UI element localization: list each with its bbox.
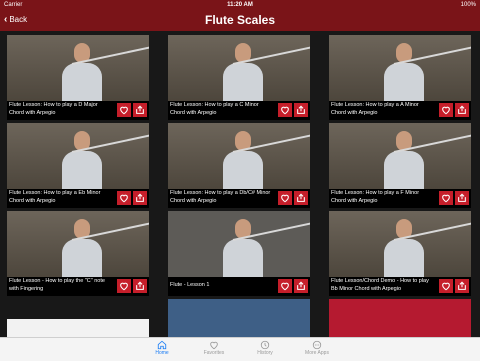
video-caption: Flute Lesson: How to play a C Minor Chor… bbox=[168, 101, 310, 120]
battery-label: 100% bbox=[460, 2, 476, 8]
share-button[interactable] bbox=[133, 279, 147, 293]
video-thumbnail[interactable] bbox=[329, 211, 471, 277]
heart-icon bbox=[442, 106, 450, 115]
video-caption: Flute Lesson: How to play a F Minor Chor… bbox=[329, 189, 471, 208]
heart-icon bbox=[120, 106, 128, 115]
tab-history[interactable]: History bbox=[245, 340, 285, 360]
video-card[interactable]: Flute Lesson: How to play a F Minor Chor… bbox=[329, 123, 471, 208]
video-caption: Flute Lesson/Chord Demo - How to play Bb… bbox=[329, 277, 471, 296]
share-icon bbox=[297, 281, 305, 290]
share-button[interactable] bbox=[133, 191, 147, 205]
share-button[interactable] bbox=[294, 103, 308, 117]
video-thumbnail[interactable] bbox=[168, 299, 310, 337]
share-icon bbox=[136, 105, 144, 114]
video-thumbnail[interactable] bbox=[7, 35, 149, 101]
heart-icon bbox=[442, 194, 450, 203]
video-card[interactable]: Flute Lesson/Chord Demo - How to play Bb… bbox=[329, 211, 471, 296]
video-card[interactable]: Flute Lesson: How to play a Db/C# Minor … bbox=[168, 123, 310, 208]
favorite-button[interactable] bbox=[117, 191, 131, 205]
tab-bar: Home Favorites History More Apps bbox=[0, 337, 480, 361]
video-title: Flute Lesson/Chord Demo - How to play Bb… bbox=[331, 278, 429, 292]
share-icon bbox=[136, 193, 144, 202]
video-thumbnail[interactable] bbox=[7, 211, 149, 277]
favorite-button[interactable] bbox=[439, 279, 453, 293]
heart-icon bbox=[120, 282, 128, 291]
favorite-button[interactable] bbox=[439, 191, 453, 205]
nav-bar: ‹ Back Flute Scales bbox=[0, 10, 480, 31]
tab-label: History bbox=[257, 350, 273, 356]
video-title: Flute Lesson - How to play the "C" note … bbox=[9, 278, 105, 292]
tab-more-apps[interactable]: More Apps bbox=[297, 340, 337, 360]
video-caption: Flute Lesson - How to play the "C" note … bbox=[7, 277, 149, 296]
video-caption: Flute Lesson: How to play a D Major Chor… bbox=[7, 101, 149, 120]
video-title: Flute Lesson: How to play a Db/C# Minor … bbox=[170, 190, 271, 204]
favorite-button[interactable] bbox=[439, 103, 453, 117]
heart-icon bbox=[281, 282, 289, 291]
video-card[interactable]: Flute Lesson: How to play a D Major Chor… bbox=[7, 35, 149, 120]
share-icon bbox=[458, 105, 466, 114]
tab-label: Home bbox=[155, 350, 169, 356]
video-card[interactable] bbox=[168, 299, 310, 337]
video-thumbnail[interactable] bbox=[168, 211, 310, 277]
video-card[interactable] bbox=[7, 319, 149, 337]
share-button[interactable] bbox=[133, 103, 147, 117]
share-icon bbox=[297, 105, 305, 114]
heart-icon bbox=[442, 282, 450, 291]
video-card[interactable]: Flute Lesson: How to play a A Minor Chor… bbox=[329, 35, 471, 120]
favorite-button[interactable] bbox=[117, 279, 131, 293]
share-button[interactable] bbox=[455, 279, 469, 293]
heart-icon bbox=[281, 194, 289, 203]
video-grid: Flute Lesson: How to play a D Major Chor… bbox=[0, 31, 480, 337]
status-bar: Carrier 11:20 AM 100% bbox=[0, 0, 480, 10]
video-thumbnail[interactable] bbox=[329, 299, 471, 337]
video-thumbnail[interactable] bbox=[168, 35, 310, 101]
favorite-button[interactable] bbox=[278, 279, 292, 293]
share-button[interactable] bbox=[294, 191, 308, 205]
video-card[interactable] bbox=[329, 299, 471, 337]
favorite-button[interactable] bbox=[278, 191, 292, 205]
video-title: Flute Lesson: How to play a Eb Minor Cho… bbox=[9, 190, 101, 204]
tab-favorites[interactable]: Favorites bbox=[194, 340, 234, 360]
video-thumbnail[interactable] bbox=[7, 319, 149, 337]
video-title: Flute Lesson: How to play a A Minor Chor… bbox=[331, 102, 419, 116]
video-caption: Flute - Lesson 1 bbox=[168, 277, 310, 296]
heart-icon bbox=[120, 194, 128, 203]
heart-icon bbox=[210, 341, 218, 350]
video-card[interactable]: Flute Lesson: How to play a C Minor Chor… bbox=[168, 35, 310, 120]
video-caption: Flute Lesson: How to play a Db/C# Minor … bbox=[168, 189, 310, 208]
share-icon bbox=[458, 193, 466, 202]
heart-icon bbox=[281, 106, 289, 115]
video-title: Flute Lesson: How to play a C Minor Chor… bbox=[170, 102, 259, 116]
video-thumbnail[interactable] bbox=[7, 123, 149, 189]
video-thumbnail[interactable] bbox=[329, 35, 471, 101]
share-button[interactable] bbox=[455, 191, 469, 205]
clock-icon bbox=[260, 340, 270, 350]
share-button[interactable] bbox=[455, 103, 469, 117]
clock-label: 11:20 AM bbox=[227, 2, 253, 8]
tab-home[interactable]: Home bbox=[142, 340, 182, 360]
video-card[interactable]: Flute Lesson: How to play a Eb Minor Cho… bbox=[7, 123, 149, 208]
page-title: Flute Scales bbox=[204, 13, 276, 27]
share-button[interactable] bbox=[294, 279, 308, 293]
video-card[interactable]: Flute - Lesson 1 bbox=[168, 211, 310, 296]
share-icon bbox=[297, 193, 305, 202]
video-title: Flute Lesson: How to play a D Major Chor… bbox=[9, 102, 98, 116]
home-icon bbox=[157, 340, 167, 350]
video-title: Flute - Lesson 1 bbox=[170, 282, 210, 288]
share-icon bbox=[458, 281, 466, 290]
video-caption: Flute Lesson: How to play a Eb Minor Cho… bbox=[7, 189, 149, 208]
video-card[interactable]: Flute Lesson - How to play the "C" note … bbox=[7, 211, 149, 296]
tab-label: More Apps bbox=[305, 350, 329, 356]
tab-label: Favorites bbox=[203, 350, 225, 356]
favorite-button[interactable] bbox=[278, 103, 292, 117]
video-title: Flute Lesson: How to play a F Minor Chor… bbox=[331, 190, 420, 204]
favorite-button[interactable] bbox=[117, 103, 131, 117]
video-thumbnail[interactable] bbox=[329, 123, 471, 189]
video-caption: Flute Lesson: How to play a A Minor Chor… bbox=[329, 101, 471, 120]
more-icon bbox=[312, 340, 322, 350]
share-icon bbox=[136, 281, 144, 290]
video-thumbnail[interactable] bbox=[168, 123, 310, 189]
